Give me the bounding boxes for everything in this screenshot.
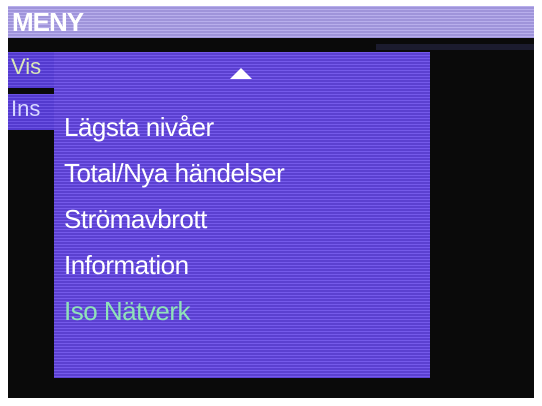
menu-item-total-nya-handelser[interactable]: Total/Nya händelser [64, 150, 285, 196]
menu-item-lagsta-nivaer[interactable]: Lägsta nivåer [64, 104, 284, 150]
menu-item-label: Total/Nya händelser [64, 158, 285, 188]
submenu-list: Lägsta nivåer Total/Nya händelser Ströma… [64, 104, 285, 334]
title-bar: MENY [8, 6, 534, 38]
parent-menu-item-label: Ins [11, 96, 41, 121]
menu-item-label: Information [64, 250, 189, 280]
menu-item-label: Iso Nätverk [64, 296, 191, 326]
menu-item-information[interactable]: Information [64, 242, 284, 288]
parent-menu-item-label: Vis [11, 54, 42, 79]
menu-item-label: Lägsta nivåer [64, 112, 214, 142]
menu-item-label: Strömavbrott [64, 204, 207, 234]
menu-title: MENY [12, 7, 84, 37]
menu-item-stromavbrott[interactable]: Strömavbrott [64, 196, 284, 242]
up-arrow-icon[interactable] [230, 68, 252, 79]
submenu-panel: Lägsta nivåer Total/Nya händelser Ströma… [54, 52, 430, 378]
menu-item-iso-natverk[interactable]: Iso Nätverk [64, 288, 284, 334]
device-bezel: MENY Vis Ins Lägsta nivåer Total/Nya hän… [0, 0, 542, 406]
lcd-screen: MENY Vis Ins Lägsta nivåer Total/Nya hän… [8, 6, 534, 398]
title-bar-shadow [376, 44, 534, 50]
